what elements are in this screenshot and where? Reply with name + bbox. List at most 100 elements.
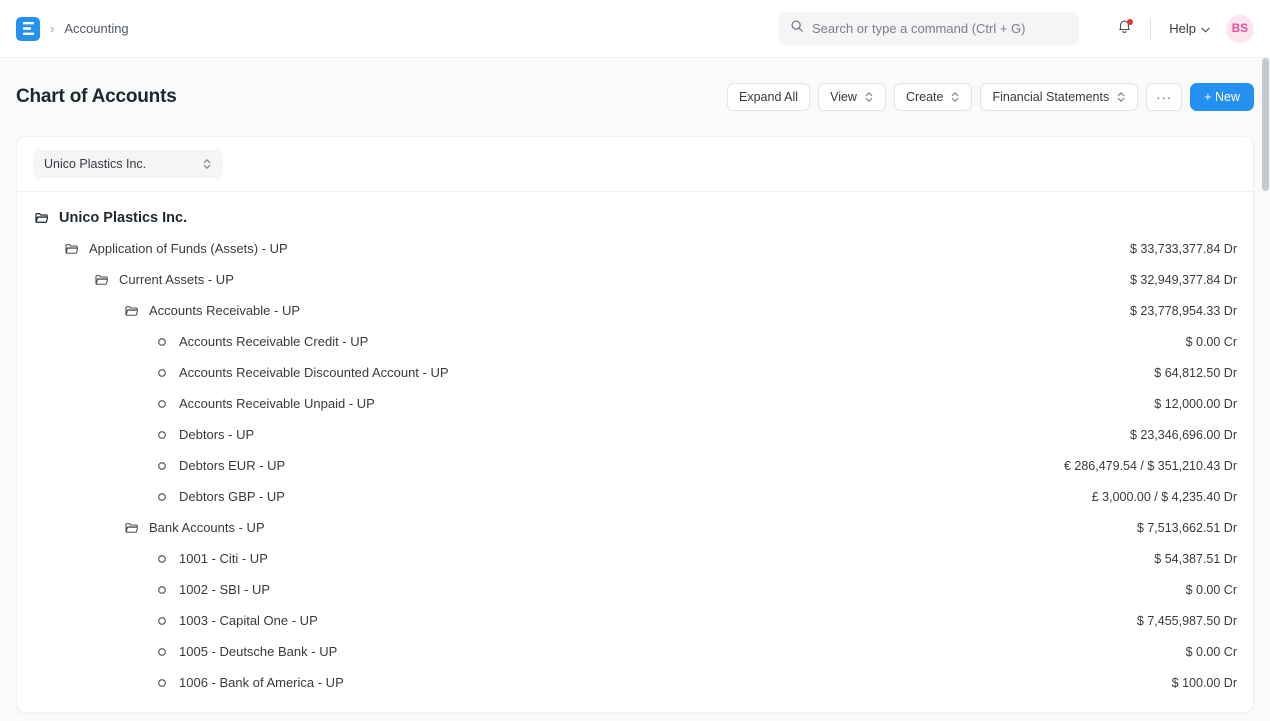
navbar-divider [1150, 18, 1151, 40]
tree-row-balance: $ 0.00 Cr [1186, 583, 1237, 597]
tree-row-balance: $ 100.00 Dr [1172, 676, 1237, 690]
tree-row-balance: $ 54,387.51 Dr [1154, 552, 1237, 566]
circle-icon [154, 427, 170, 443]
filter-area: Unico Plastics Inc. [17, 137, 1253, 192]
circle-icon [154, 334, 170, 350]
folder-icon [94, 272, 110, 288]
page-scrollbar-thumb[interactable] [1262, 58, 1269, 191]
help-label: Help [1169, 21, 1196, 36]
tree-row-label: Debtors GBP - UP [179, 489, 285, 504]
folder-icon [64, 241, 80, 257]
tree-row-balance: € 286,479.54 / $ 351,210.43 Dr [1064, 459, 1237, 473]
search-input-wrapper[interactable]: Search or type a command (Ctrl + G) [779, 12, 1079, 45]
tree-row[interactable]: Current Assets - UP $ 32,949,377.84 Dr [17, 264, 1253, 295]
tree-row-balance: $ 23,778,954.33 Dr [1130, 304, 1237, 318]
company-select[interactable]: Unico Plastics Inc. [33, 150, 223, 178]
folder-icon [34, 210, 50, 226]
notification-badge-dot [1127, 19, 1133, 25]
tree-row-label: Accounts Receivable Unpaid - UP [179, 396, 375, 411]
notifications-button[interactable] [1108, 13, 1140, 45]
tree-row[interactable]: Accounts Receivable - UP $ 23,778,954.33 … [17, 295, 1253, 326]
tree-row-label: 1002 - SBI - UP [179, 582, 270, 597]
help-menu-button[interactable]: Help [1163, 17, 1216, 40]
create-button-label: Create [906, 90, 944, 104]
circle-icon [154, 489, 170, 505]
circle-icon [154, 551, 170, 567]
tree-row-label: 1001 - Citi - UP [179, 551, 268, 566]
tree-row[interactable]: Accounts Receivable Unpaid - UP $ 12,000.… [17, 388, 1253, 419]
tree-row[interactable]: 1006 - Bank of America - UP $ 100.00 Dr [17, 667, 1253, 698]
tree-row[interactable]: 1003 - Capital One - UP $ 7,455,987.50 Dr [17, 605, 1253, 636]
search-icon [790, 19, 804, 38]
breadcrumb-item-accounting[interactable]: Accounting [64, 21, 128, 36]
page-actions: Expand All View Create Financial Statements… [727, 83, 1254, 111]
chevron-updown-icon [950, 90, 960, 104]
circle-icon [154, 365, 170, 381]
tree-row-balance: $ 0.00 Cr [1186, 645, 1237, 659]
tree-row-label: Accounts Receivable Credit - UP [179, 334, 368, 349]
tree-row-label: 1005 - Deutsche Bank - UP [179, 644, 337, 659]
navbar-right-actions: Help BS [1108, 0, 1254, 57]
circle-icon [154, 613, 170, 629]
chevron-down-icon [1201, 21, 1210, 36]
expand-all-button-label: Expand All [739, 90, 798, 104]
global-search[interactable]: Search or type a command (Ctrl + G) [779, 12, 1079, 45]
tree-row-balance: $ 33,733,377.84 Dr [1130, 242, 1237, 256]
tree-row[interactable]: Bank Accounts - UP $ 7,513,662.51 Dr [17, 512, 1253, 543]
company-select-value: Unico Plastics Inc. [44, 157, 146, 171]
chevron-updown-icon [864, 90, 874, 104]
expand-all-button[interactable]: Expand All [727, 83, 810, 111]
tree-row-balance: $ 64,812.50 Dr [1154, 366, 1237, 380]
tree-row-label: Debtors - UP [179, 427, 254, 442]
circle-icon [154, 396, 170, 412]
financial-statements-button-label: Financial Statements [992, 90, 1109, 104]
tree-row[interactable]: 1005 - Deutsche Bank - UP $ 0.00 Cr [17, 636, 1253, 667]
tree-row[interactable]: 1001 - Citi - UP $ 54,387.51 Dr [17, 543, 1253, 574]
tree-row-label: 1003 - Capital One - UP [179, 613, 318, 628]
circle-icon [154, 644, 170, 660]
tree-row-balance: $ 7,513,662.51 Dr [1137, 521, 1237, 535]
tree-row[interactable]: Application of Funds (Assets) - UP $ 33,7… [17, 233, 1253, 264]
tree-row[interactable]: Accounts Receivable Discounted Account -… [17, 357, 1253, 388]
circle-icon [154, 458, 170, 474]
page-header: Chart of Accounts Expand AllViewCreateFi… [0, 58, 1270, 136]
circle-icon [154, 582, 170, 598]
tree-row-balance: $ 23,346,696.00 Dr [1130, 428, 1237, 442]
tree-row[interactable]: Debtors EUR - UP€ 286,479.54 / $ 351,210… [17, 450, 1253, 481]
top-navbar: › Accounting Search or type a command (C… [0, 0, 1270, 58]
new-button[interactable]: + New [1190, 83, 1254, 111]
tree-row-label: 1006 - Bank of America - UP [179, 675, 344, 690]
more-options-button-label: ··· [1156, 90, 1172, 105]
search-input[interactable]: Search or type a command (Ctrl + G) [812, 21, 1026, 36]
more-options-button[interactable]: ··· [1146, 83, 1182, 111]
tree-row-label: Current Assets - UP [119, 272, 234, 287]
circle-icon [154, 675, 170, 691]
chevron-updown-icon [1116, 90, 1126, 104]
page-scrollbar-track[interactable] [1261, 58, 1270, 721]
chevron-updown-icon [202, 157, 212, 171]
tree-row-balance: $ 32,949,377.84 Dr [1130, 273, 1237, 287]
financial-statements-button[interactable]: Financial Statements [980, 83, 1138, 111]
tree-row[interactable]: Accounts Receivable Credit - UP $ 0.00 Cr [17, 326, 1253, 357]
tree-row-balance: £ 3,000.00 / $ 4,235.40 Dr [1092, 490, 1237, 504]
tree-row-balance: $ 12,000.00 Dr [1154, 397, 1237, 411]
tree-row-balance: $ 0.00 Cr [1186, 335, 1237, 349]
erpnext-logo-icon[interactable] [16, 17, 40, 41]
tree-row-label: Accounts Receivable - UP [149, 303, 300, 318]
breadcrumb: › Accounting [16, 17, 129, 41]
tree-row-balance: $ 7,455,987.50 Dr [1137, 614, 1237, 628]
tree-row[interactable]: Debtors GBP - UP £ 3,000.00 / $ 4,235.40 … [17, 481, 1253, 512]
tree-row-label: Unico Plastics Inc. [59, 210, 187, 226]
tree-row-label: Bank Accounts - UP [149, 520, 265, 535]
tree-row-label: Accounts Receivable Discounted Account -… [179, 365, 449, 380]
tree-row[interactable]: 1002 - SBI - UP $ 0.00 Cr [17, 574, 1253, 605]
tree-row[interactable]: Unico Plastics Inc. [17, 202, 1253, 233]
tree-row[interactable]: Debtors - UP $ 23,346,696.00 Dr [17, 419, 1253, 450]
view-button[interactable]: View [818, 83, 886, 111]
folder-icon [124, 520, 140, 536]
avatar[interactable]: BS [1226, 15, 1254, 43]
create-button[interactable]: Create [894, 83, 973, 111]
tree-row-label: Application of Funds (Assets) - UP [89, 241, 288, 256]
chart-of-accounts-card: Unico Plastics Inc. Unico Plastics Inc. A… [16, 136, 1254, 713]
breadcrumb-separator-icon: › [50, 21, 54, 36]
